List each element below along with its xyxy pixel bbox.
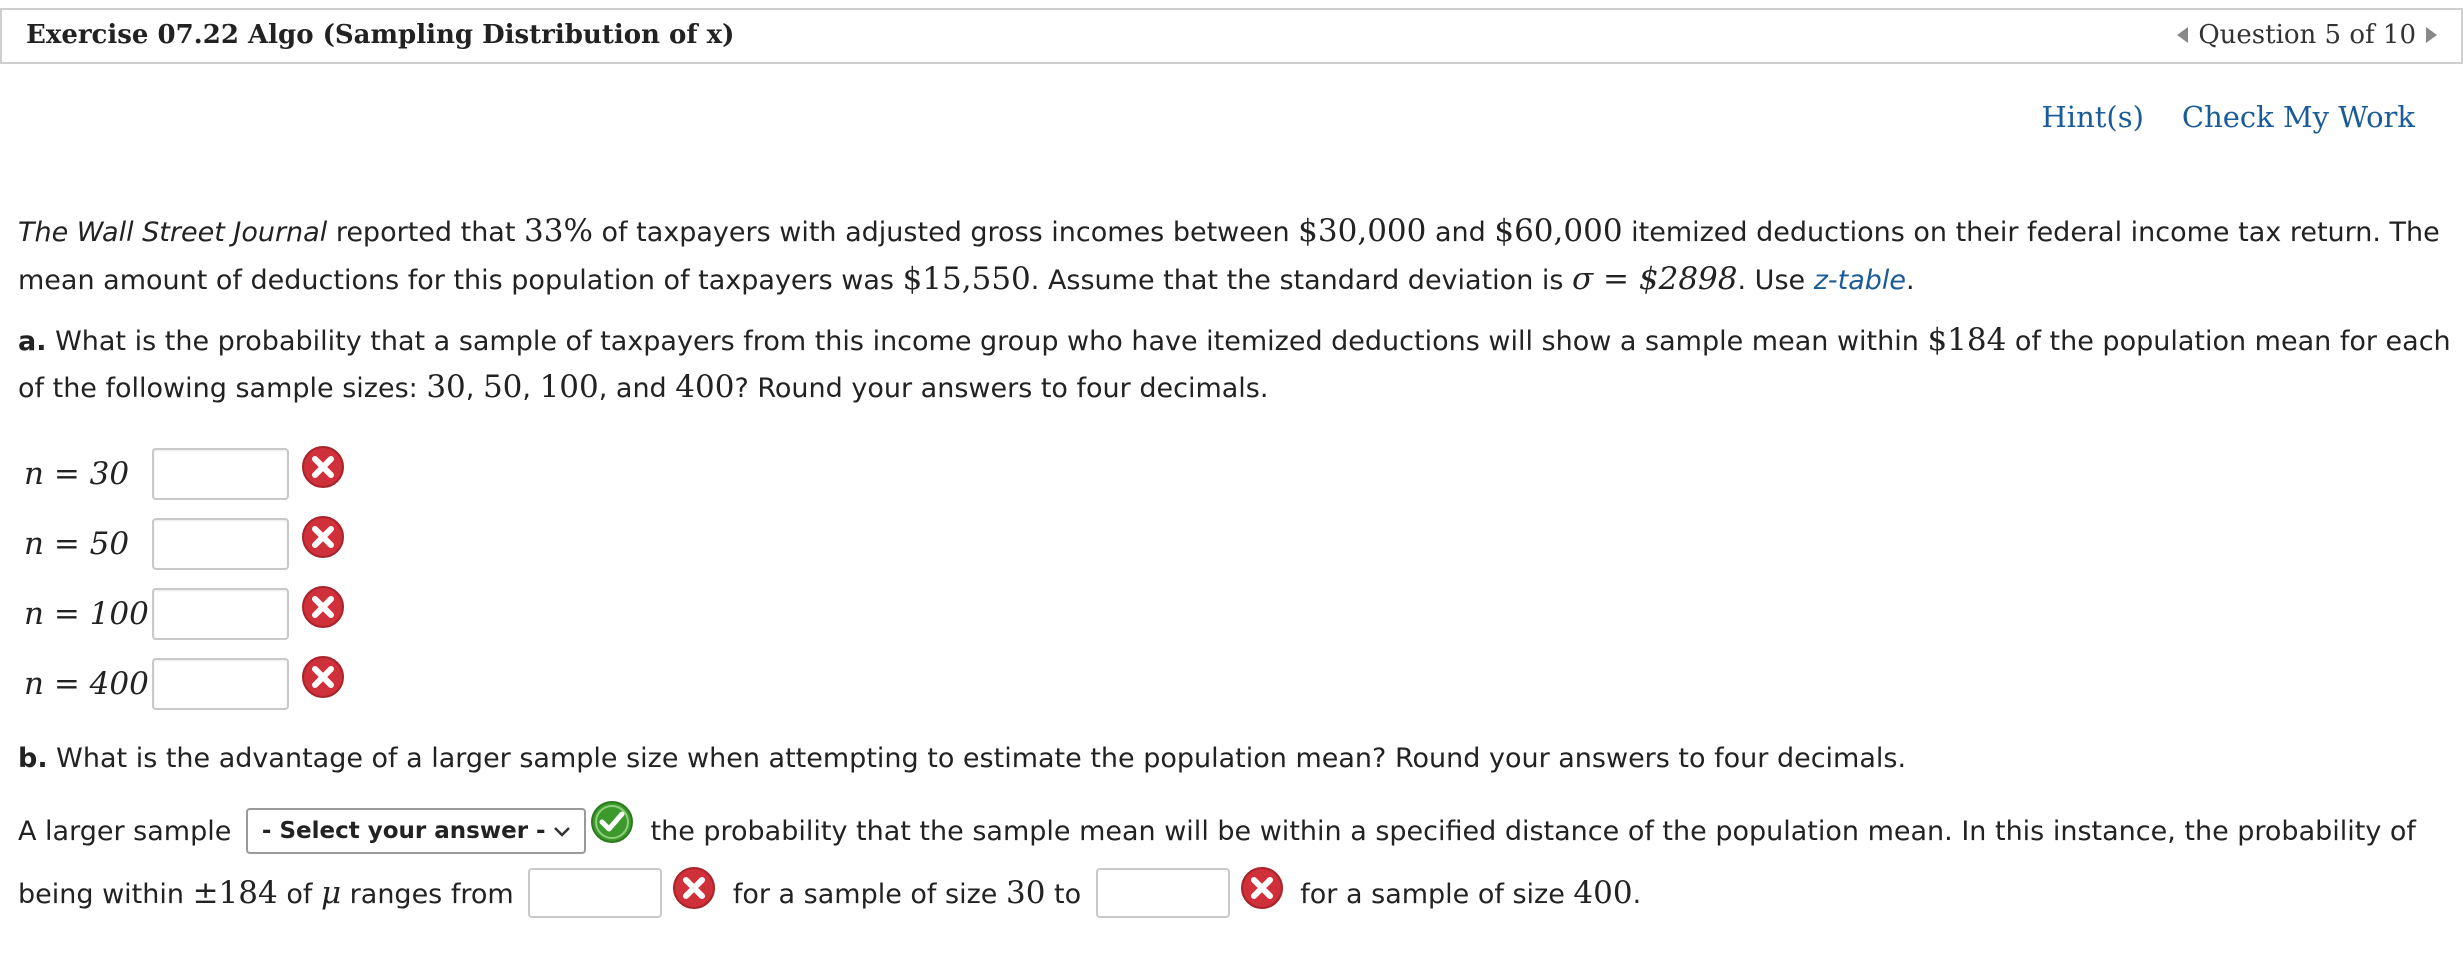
answer-row-n100: n = 100	[24, 584, 345, 644]
incorrect-icon	[1240, 866, 1283, 909]
part-b-line-1: A larger sample - Select your answer - t…	[18, 800, 2416, 855]
question-navigator: Question 5 of 10	[2177, 20, 2437, 50]
sigma-value: σ = $2898	[1572, 261, 1738, 297]
incorrect-icon	[302, 516, 344, 558]
mu-symbol: μ	[320, 875, 342, 911]
range-high-input[interactable]	[1095, 867, 1230, 918]
next-question-icon[interactable]	[2426, 27, 2437, 43]
part-b-line-2: being within ±184 of μ ranges from for a…	[18, 866, 1641, 918]
range-low-input[interactable]	[528, 867, 663, 918]
part-a-line-1: a. What is the probability that a sample…	[18, 322, 2451, 358]
answer-label: n = 50	[24, 526, 130, 562]
answer-input-n30[interactable]	[152, 448, 289, 500]
answer-row-n50: n = 50	[24, 514, 345, 574]
intro-line-1: The Wall Street Journal reported that 33…	[18, 213, 2440, 249]
incorrect-icon	[302, 656, 344, 698]
sample-effect-select[interactable]: - Select your answer -	[245, 807, 586, 854]
answer-label: n = 100	[24, 596, 149, 632]
action-links: Hint(s) Check My Work	[2042, 100, 2416, 134]
answer-label: n = 400	[24, 666, 149, 702]
part-a-line-2: of the following sample sizes: 30, 50, 1…	[18, 369, 1269, 405]
income-high: $60,000	[1494, 213, 1623, 249]
income-low: $30,000	[1298, 213, 1427, 249]
source-name: The Wall Street Journal	[18, 217, 328, 248]
answer-input-n50[interactable]	[152, 518, 289, 570]
intro-line-2: mean amount of deductions for this popul…	[18, 261, 1915, 297]
exercise-header: Exercise 07.22 Algo (Sampling Distributi…	[0, 8, 2463, 64]
part-b-label: b.	[18, 743, 48, 774]
percent-value: 33%	[524, 213, 593, 249]
part-a-label: a.	[18, 326, 47, 357]
incorrect-icon	[673, 866, 716, 909]
incorrect-icon	[302, 446, 344, 488]
answer-row-n30: n = 30	[24, 444, 345, 504]
part-b-question: b. What is the advantage of a larger sam…	[18, 743, 1907, 774]
exercise-title: Exercise 07.22 Algo (Sampling Distributi…	[26, 20, 735, 50]
correct-icon	[590, 800, 633, 843]
prev-question-icon[interactable]	[2177, 27, 2189, 43]
answer-row-n400: n = 400	[24, 654, 345, 714]
chevron-down-icon	[554, 826, 570, 837]
plus-minus-value: ±184	[192, 875, 278, 911]
z-table-link[interactable]: z-table	[1814, 265, 1906, 296]
incorrect-icon	[302, 586, 344, 628]
within-value: $184	[1927, 322, 2007, 358]
mean-value: $15,550	[902, 261, 1031, 297]
answer-input-n400[interactable]	[152, 658, 289, 710]
answer-label: n = 30	[24, 456, 130, 492]
hint-link[interactable]: Hint(s)	[2042, 100, 2144, 134]
answer-input-n100[interactable]	[152, 588, 289, 640]
check-my-work-link[interactable]: Check My Work	[2182, 100, 2415, 134]
question-counter: Question 5 of 10	[2198, 20, 2416, 50]
